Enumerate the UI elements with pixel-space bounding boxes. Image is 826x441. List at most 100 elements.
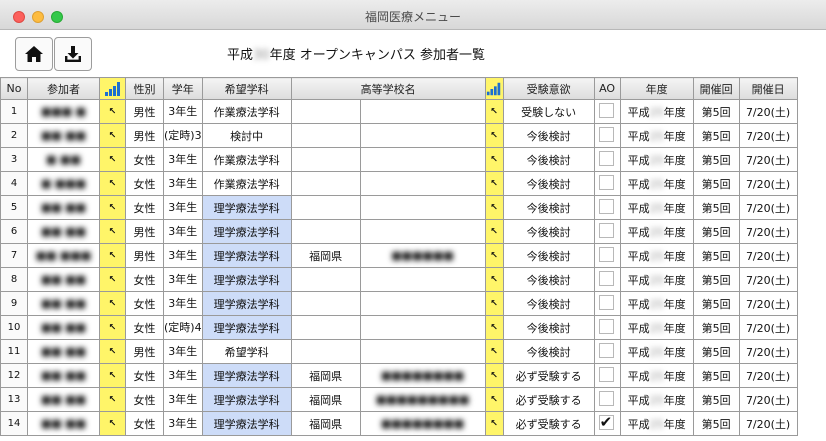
school-name-cell[interactable]: ■■■■■■■■ (359, 363, 486, 388)
prefecture-cell[interactable] (290, 195, 361, 220)
year-cell[interactable]: 平成25年度 (619, 363, 694, 388)
open-school-arrow-icon[interactable]: ↖ (484, 363, 504, 388)
session-cell[interactable]: 第5回 (692, 363, 740, 388)
header-ao[interactable]: AO (593, 77, 621, 100)
grade-cell[interactable]: 3年生 (163, 291, 203, 316)
year-cell[interactable]: 平成25年度 (619, 219, 694, 244)
table-row[interactable]: 8 ■■ ■■ ↖ 女性 3年生 理学療法学科 ↖ 今後検討 平成25年度 第5回 7/20(土) (0, 267, 798, 292)
dept-cell[interactable]: 理学療法学科 (201, 195, 292, 220)
grade-cell[interactable]: 3年生 (163, 99, 203, 124)
school-name-cell[interactable] (359, 171, 486, 196)
header-no[interactable]: No (0, 77, 28, 100)
date-cell[interactable]: 7/20(土) (738, 315, 798, 340)
participant-name[interactable]: ■■ ■■ (27, 315, 100, 340)
year-cell[interactable]: 平成25年度 (619, 411, 694, 436)
header-name[interactable]: 参加者 (27, 77, 100, 100)
sort-name-button[interactable] (99, 77, 126, 100)
session-cell[interactable]: 第5回 (692, 315, 740, 340)
participant-name[interactable]: ■■ ■■ (27, 387, 100, 412)
dept-cell[interactable]: 作業療法学科 (201, 99, 292, 124)
open-record-arrow-icon[interactable]: ↖ (99, 123, 126, 148)
open-school-arrow-icon[interactable]: ↖ (484, 243, 504, 268)
gender-cell[interactable]: 女性 (125, 363, 164, 388)
prefecture-cell[interactable] (290, 171, 361, 196)
participant-name[interactable]: ■■ ■■ (27, 123, 100, 148)
gender-cell[interactable]: 女性 (125, 291, 164, 316)
year-cell[interactable]: 平成25年度 (619, 267, 694, 292)
gender-cell[interactable]: 女性 (125, 411, 164, 436)
gender-cell[interactable]: 男性 (125, 123, 164, 148)
grade-cell[interactable]: 3年生 (163, 147, 203, 172)
date-cell[interactable]: 7/20(土) (738, 387, 798, 412)
participant-name[interactable]: ■ ■■ (27, 147, 100, 172)
dept-cell[interactable]: 理学療法学科 (201, 267, 292, 292)
participant-name[interactable]: ■■ ■■ (27, 339, 100, 364)
gender-cell[interactable]: 男性 (125, 243, 164, 268)
session-cell[interactable]: 第5回 (692, 339, 740, 364)
year-cell[interactable]: 平成25年度 (619, 99, 694, 124)
dept-cell[interactable]: 理学療法学科 (201, 219, 292, 244)
open-record-arrow-icon[interactable]: ↖ (99, 291, 126, 316)
open-school-arrow-icon[interactable]: ↖ (484, 99, 504, 124)
dept-cell[interactable]: 理学療法学科 (201, 411, 292, 436)
gender-cell[interactable]: 女性 (125, 267, 164, 292)
date-cell[interactable]: 7/20(土) (738, 339, 798, 364)
table-row[interactable]: 12 ■■ ■■ ↖ 女性 3年生 理学療法学科 福岡県 ■■■■■■■■ ↖ 必ず受験する 平成2… (0, 363, 798, 388)
session-cell[interactable]: 第5回 (692, 123, 740, 148)
ao-checkbox[interactable] (598, 199, 614, 214)
open-school-arrow-icon[interactable]: ↖ (484, 267, 504, 292)
prefecture-cell[interactable] (290, 315, 361, 340)
dept-cell[interactable]: 作業療法学科 (201, 171, 292, 196)
school-name-cell[interactable] (359, 99, 486, 124)
open-school-arrow-icon[interactable]: ↖ (484, 291, 504, 316)
prefecture-cell[interactable]: 福岡県 (290, 243, 361, 268)
session-cell[interactable]: 第5回 (692, 411, 740, 436)
date-cell[interactable]: 7/20(土) (738, 219, 798, 244)
intent-cell[interactable]: 必ず受験する (502, 411, 595, 436)
table-row[interactable]: 10 ■■ ■■ ↖ 女性 (定時)4 理学療法学科 ↖ 今後検討 平成25年度 第5回 7/20(… (0, 315, 798, 340)
header-gender[interactable]: 性別 (125, 77, 164, 100)
ao-checkbox[interactable] (598, 103, 614, 118)
school-name-cell[interactable]: ■■■■■■ (359, 243, 486, 268)
date-cell[interactable]: 7/20(土) (738, 147, 798, 172)
date-cell[interactable]: 7/20(土) (738, 363, 798, 388)
dept-cell[interactable]: 理学療法学科 (201, 291, 292, 316)
table-row[interactable]: 4 ■ ■■■ ↖ 女性 3年生 作業療法学科 ↖ 今後検討 平成25年度 第5回 7/20(土) (0, 171, 798, 196)
table-row[interactable]: 14■■ ■■↖女性3年生理学療法学科福岡県■■■■■■■■↖必ず受験する平成2… (0, 411, 798, 436)
intent-cell[interactable]: 今後検討 (502, 123, 595, 148)
year-cell[interactable]: 平成25年度 (619, 291, 694, 316)
intent-cell[interactable]: 今後検討 (502, 171, 595, 196)
participant-name[interactable]: ■■ ■■ (27, 267, 100, 292)
open-record-arrow-icon[interactable]: ↖ (99, 387, 126, 412)
grade-cell[interactable]: 3年生 (163, 195, 203, 220)
gender-cell[interactable]: 女性 (125, 195, 164, 220)
intent-cell[interactable]: 必ず受験する (502, 363, 595, 388)
school-name-cell[interactable] (359, 195, 486, 220)
table-row[interactable]: 13 ■■ ■■ ↖ 女性 3年生 理学療法学科 福岡県 ■■■■■■■■■ ↖ 必ず受験する 平成… (0, 387, 798, 412)
ao-checkbox[interactable] (598, 271, 614, 286)
prefecture-cell[interactable] (290, 267, 361, 292)
intent-cell[interactable]: 今後検討 (502, 219, 595, 244)
dept-cell[interactable]: 理学療法学科 (201, 243, 292, 268)
year-cell[interactable]: 平成25年度 (619, 387, 694, 412)
table-row[interactable]: 7 ■■ ■■■ ↖ 男性 3年生 理学療法学科 福岡県 ■■■■■■ ↖ 今後検討 平成25年度第… (0, 243, 798, 268)
school-name-cell[interactable] (359, 267, 486, 292)
participant-name[interactable]: ■■ ■■ (27, 291, 100, 316)
school-name-cell[interactable] (359, 291, 486, 316)
open-school-arrow-icon[interactable]: ↖ (484, 123, 504, 148)
open-school-arrow-icon[interactable]: ↖ (484, 147, 504, 172)
open-record-arrow-icon[interactable]: ↖ (99, 99, 126, 124)
session-cell[interactable]: 第5回 (692, 147, 740, 172)
intent-cell[interactable]: 今後検討 (502, 315, 595, 340)
prefecture-cell[interactable] (290, 147, 361, 172)
grade-cell[interactable]: 3年生 (163, 219, 203, 244)
open-record-arrow-icon[interactable]: ↖ (99, 339, 126, 364)
prefecture-cell[interactable] (290, 339, 361, 364)
header-date[interactable]: 開催日 (738, 77, 798, 100)
grade-cell[interactable]: 3年生 (163, 243, 203, 268)
school-name-cell[interactable]: ■■■■■■■■ (359, 411, 486, 436)
ao-checkbox[interactable] (598, 175, 614, 190)
open-school-arrow-icon[interactable]: ↖ (484, 171, 504, 196)
table-row[interactable]: 9 ■■ ■■ ↖ 女性 3年生 理学療法学科 ↖ 今後検討 平成25年度 第5回 7/20(土) (0, 291, 798, 316)
header-grade[interactable]: 学年 (163, 77, 203, 100)
